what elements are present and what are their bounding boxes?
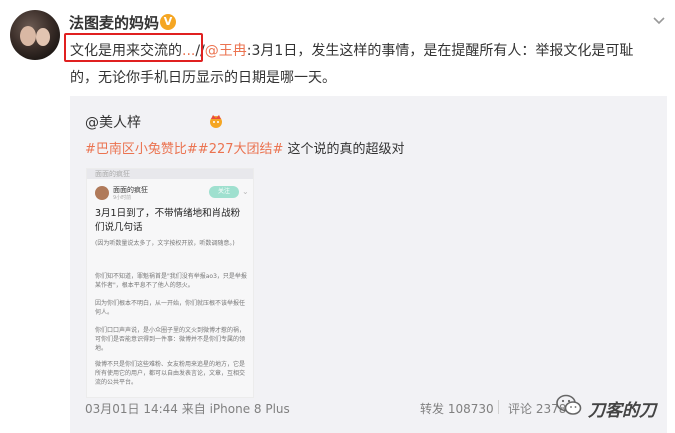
image-paragraph: (因为听数量说太多了，文字按权开放，听数调随意。) — [95, 240, 235, 247]
username-link[interactable]: 法图麦的妈妈 — [69, 12, 159, 33]
repost-image[interactable]: 面面的疯狂 面面的疯狂 9小时前 关注 ⌄ 3月1日到了，不带情绪地和肖战粉们说… — [86, 168, 254, 398]
mention-link[interactable]: @王冉 — [205, 43, 247, 59]
annotation-highlight-box — [64, 33, 203, 62]
repost-text-body: 这个说的真的超级对 — [283, 142, 405, 157]
image-more-icon: ⌄ — [242, 187, 249, 196]
image-top-label: 面面的疯狂 — [87, 169, 253, 179]
repost-card: @美人梓 #巴南区小兔赞比##227大团结# 这个说的真的超级对 面面的疯狂 面… — [70, 96, 667, 433]
topic-link[interactable]: #227大团结# — [198, 142, 284, 157]
image-paragraph: 你们知不知道，罪魁祸首是"我们没有举报ao3，只是举报某作者"，根本平息不了他人… — [95, 273, 247, 289]
verified-badge-icon: V — [160, 14, 176, 30]
image-paragraph: 微博不只是你们这些难粉、女友粉用来追星的地方，它是所有使用它的用户，都可以自由发… — [95, 361, 246, 386]
image-paragraph: 你们口口声声说，是小众圈子里的文火到微博才惹的祸，可你们是否能意识得到一件事：微… — [95, 327, 246, 352]
wechat-icon — [556, 394, 582, 415]
divider — [498, 400, 499, 414]
repost-text: #巴南区小兔赞比##227大团结# 这个说的真的超级对 — [85, 138, 405, 157]
repost-username-link[interactable]: @美人梓 — [85, 112, 141, 132]
avatar-face — [36, 28, 50, 46]
topic-link[interactable]: #巴南区小兔赞比# — [85, 142, 198, 157]
image-paragraph: 因为你们根本不明白，从一开始，你们就压根不该举报任何人。 — [95, 300, 246, 316]
post-text-rest: :3月1日，发生这样的事情，是在提醒所有人：举报文化是可耻 — [246, 43, 634, 59]
image-follow-badge: 关注 — [209, 186, 239, 198]
image-author-sub: 9小时前 — [113, 195, 132, 201]
post-text-line2: 的，无论你手机日历显示的日期是哪一天。 — [70, 70, 336, 86]
watermark-text: 刀客的刀 — [588, 401, 656, 421]
chevron-down-icon[interactable] — [650, 12, 668, 30]
avatar-face — [20, 26, 36, 46]
avatar[interactable] — [10, 10, 60, 60]
image-title: 3月1日到了，不带情绪地和肖战粉们说几句话 — [95, 208, 241, 233]
forward-button[interactable]: 转发 108730 — [420, 400, 494, 417]
image-avatar — [95, 186, 109, 200]
repost-meta: 03月01日 14:44 来自 iPhone 8 Plus — [85, 402, 290, 416]
crown-icon — [210, 115, 222, 128]
